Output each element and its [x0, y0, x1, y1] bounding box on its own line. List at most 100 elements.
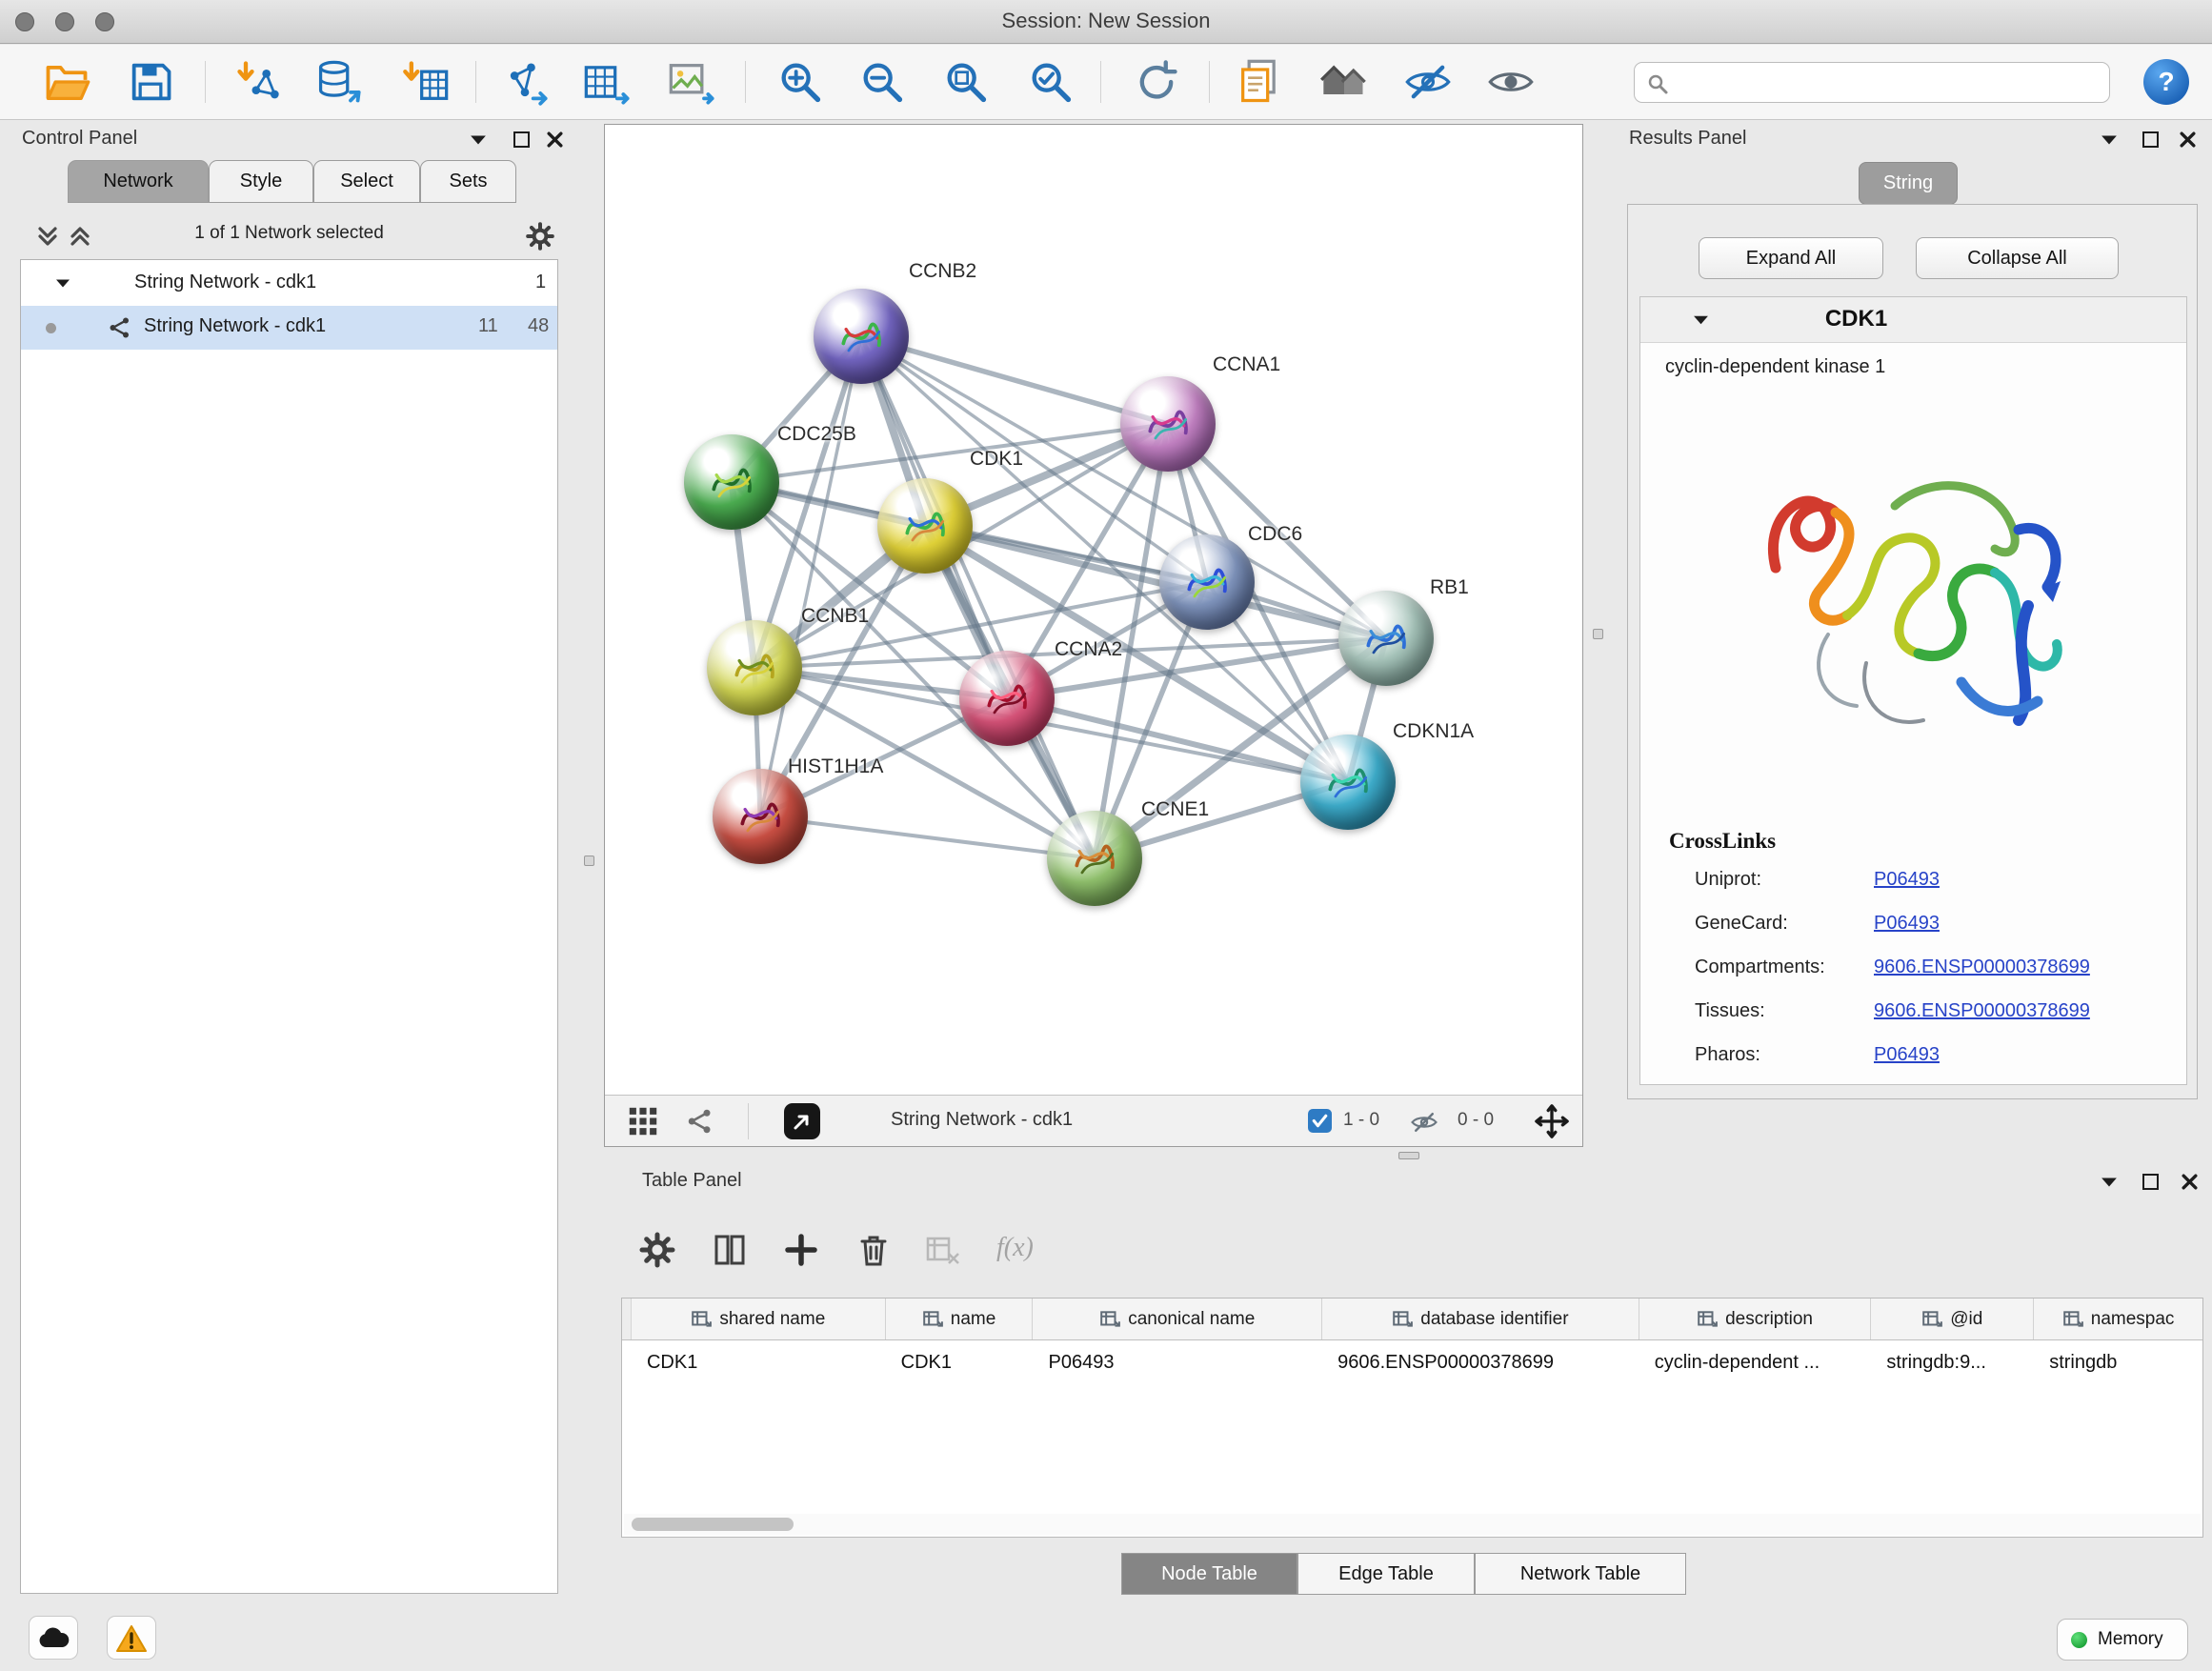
column-header-namespace[interactable]: namespac [2034, 1299, 2202, 1339]
network-options-gear-icon[interactable] [525, 221, 555, 252]
network-node-cdc6[interactable] [1159, 534, 1255, 630]
right-splitter-handle[interactable] [1593, 629, 1603, 639]
network-node-ccna1[interactable] [1120, 376, 1216, 472]
panel-close-icon[interactable] [546, 131, 564, 149]
network-share-icon[interactable] [687, 1108, 714, 1135]
selected-count: 1 - 0 [1343, 1110, 1379, 1131]
panel-float-icon[interactable] [2142, 131, 2159, 148]
panel-float-icon[interactable] [513, 131, 530, 148]
zoom-in-button[interactable] [775, 57, 825, 107]
home-networks-button[interactable] [1319, 57, 1369, 107]
zoom-selected-button[interactable] [1026, 57, 1076, 107]
delete-table-button-disabled[interactable] [924, 1231, 962, 1269]
column-header-description[interactable]: description [1639, 1299, 1872, 1339]
tree-expand-icon[interactable] [55, 278, 70, 289]
network-node-ccnb2[interactable] [814, 289, 909, 384]
cloud-icon [37, 1626, 70, 1649]
function-builder-button[interactable]: f(x) [996, 1233, 1034, 1263]
network-node-ccna2[interactable] [959, 651, 1055, 746]
column-header-name[interactable]: name [886, 1299, 1034, 1339]
bottom-splitter-handle[interactable] [1398, 1152, 1419, 1159]
eye-slash-icon [1403, 57, 1453, 107]
results-panel: Results Panel String Expand All Collapse… [1619, 124, 2205, 1157]
hide-selected-button[interactable] [1403, 57, 1453, 107]
tab-style[interactable]: Style [209, 160, 313, 203]
panel-close-icon[interactable] [2179, 131, 2197, 149]
tab-network-table[interactable]: Network Table [1475, 1553, 1686, 1595]
copy-document-button[interactable] [1235, 57, 1284, 107]
gene-section-header[interactable]: CDK1 [1640, 297, 2186, 343]
add-column-button[interactable] [782, 1231, 820, 1269]
selected-nodes-checkbox[interactable] [1308, 1109, 1332, 1133]
help-button[interactable]: ? [2143, 59, 2189, 105]
search-input[interactable] [1677, 65, 2096, 99]
show-columns-button[interactable] [711, 1231, 749, 1269]
tab-select[interactable]: Select [313, 160, 420, 203]
scrollbar-thumb[interactable] [632, 1518, 794, 1531]
table-settings-button[interactable] [638, 1231, 676, 1269]
network-node-ccne1[interactable] [1047, 811, 1142, 906]
panel-collapse-icon[interactable] [2101, 134, 2118, 146]
cloud-status-button[interactable] [29, 1616, 78, 1660]
warnings-button[interactable] [107, 1616, 156, 1660]
cell-canonical-name: P06493 [1033, 1340, 1322, 1386]
horizontal-scrollbar[interactable] [624, 1514, 2201, 1535]
import-table-button[interactable] [401, 57, 451, 107]
tab-network[interactable]: Network [68, 160, 209, 203]
column-header-id[interactable]: @id [1871, 1299, 2034, 1339]
network-node-hist1h1a[interactable] [713, 769, 808, 864]
expand-all-button[interactable]: Expand All [1699, 237, 1883, 279]
column-header-database-identifier[interactable]: database identifier [1322, 1299, 1639, 1339]
memory-button[interactable]: Memory [2057, 1619, 2188, 1661]
tab-node-table[interactable]: Node Table [1121, 1553, 1297, 1595]
crosslink-link[interactable]: 9606.ENSP00000378699 [1874, 1000, 2090, 1022]
crosslink-link[interactable]: P06493 [1874, 1044, 1940, 1066]
network-row-selected[interactable]: String Network - cdk1 11 48 [21, 306, 557, 350]
pan-move-icon[interactable] [1534, 1103, 1570, 1139]
column-header-shared-name[interactable]: shared name [632, 1299, 886, 1339]
show-all-button[interactable] [1486, 57, 1536, 107]
network-node-ccnb1[interactable] [707, 620, 802, 715]
column-icon [1392, 1309, 1413, 1330]
collapse-all-button[interactable]: Collapse All [1916, 237, 2119, 279]
panel-collapse-icon[interactable] [470, 134, 487, 146]
column-header-canonical-name[interactable]: canonical name [1033, 1299, 1322, 1339]
zoom-fit-button[interactable] [941, 57, 991, 107]
network-node-cdkn1a[interactable] [1300, 735, 1396, 830]
left-splitter-handle[interactable] [584, 856, 594, 866]
memory-status-dot [2071, 1632, 2087, 1648]
table-row[interactable]: CDK1 CDK1 P06493 9606.ENSP00000378699 cy… [622, 1340, 2202, 1386]
hidden-eye-slash-icon[interactable] [1410, 1108, 1438, 1137]
open-session-button[interactable] [42, 57, 91, 107]
network-canvas[interactable]: CCNB2CCNA1CDC25BCDK1CDC6RB1CCNB1CCNA2CDK… [605, 125, 1582, 1095]
toolbar-separator [1100, 61, 1101, 103]
tab-sets[interactable]: Sets [420, 160, 516, 203]
results-tab-string[interactable]: String [1859, 162, 1958, 205]
import-network-file-button[interactable] [233, 57, 283, 107]
network-node-cdc25b[interactable] [684, 434, 779, 530]
delete-column-button[interactable] [855, 1231, 893, 1269]
import-network-database-button[interactable] [313, 57, 363, 107]
network-collection-row[interactable]: String Network - cdk1 1 [21, 262, 557, 306]
gene-name: CDK1 [1640, 306, 2072, 332]
crosslink-link[interactable]: P06493 [1874, 913, 1940, 935]
export-network-button[interactable] [500, 57, 550, 107]
export-table-button[interactable] [582, 57, 632, 107]
refresh-icon [1132, 57, 1181, 107]
refresh-button[interactable] [1132, 57, 1181, 107]
birdseye-grid-icon[interactable] [628, 1106, 658, 1137]
crosslink-link[interactable]: 9606.ENSP00000378699 [1874, 956, 2090, 978]
cell-database-identifier: 9606.ENSP00000378699 [1322, 1340, 1639, 1386]
crosslink-link[interactable]: P06493 [1874, 869, 1940, 891]
open-in-window-button[interactable] [784, 1103, 820, 1139]
export-image-button[interactable] [667, 57, 716, 107]
panel-collapse-icon[interactable] [2101, 1177, 2118, 1188]
save-session-button[interactable] [126, 57, 175, 107]
network-node-rb1[interactable] [1338, 591, 1434, 686]
tab-edge-table[interactable]: Edge Table [1297, 1553, 1475, 1595]
panel-float-icon[interactable] [2142, 1174, 2159, 1190]
zoom-out-button[interactable] [857, 57, 907, 107]
panel-close-icon[interactable] [2181, 1173, 2199, 1191]
row-gutter [622, 1340, 632, 1386]
network-node-cdk1[interactable] [877, 478, 973, 574]
